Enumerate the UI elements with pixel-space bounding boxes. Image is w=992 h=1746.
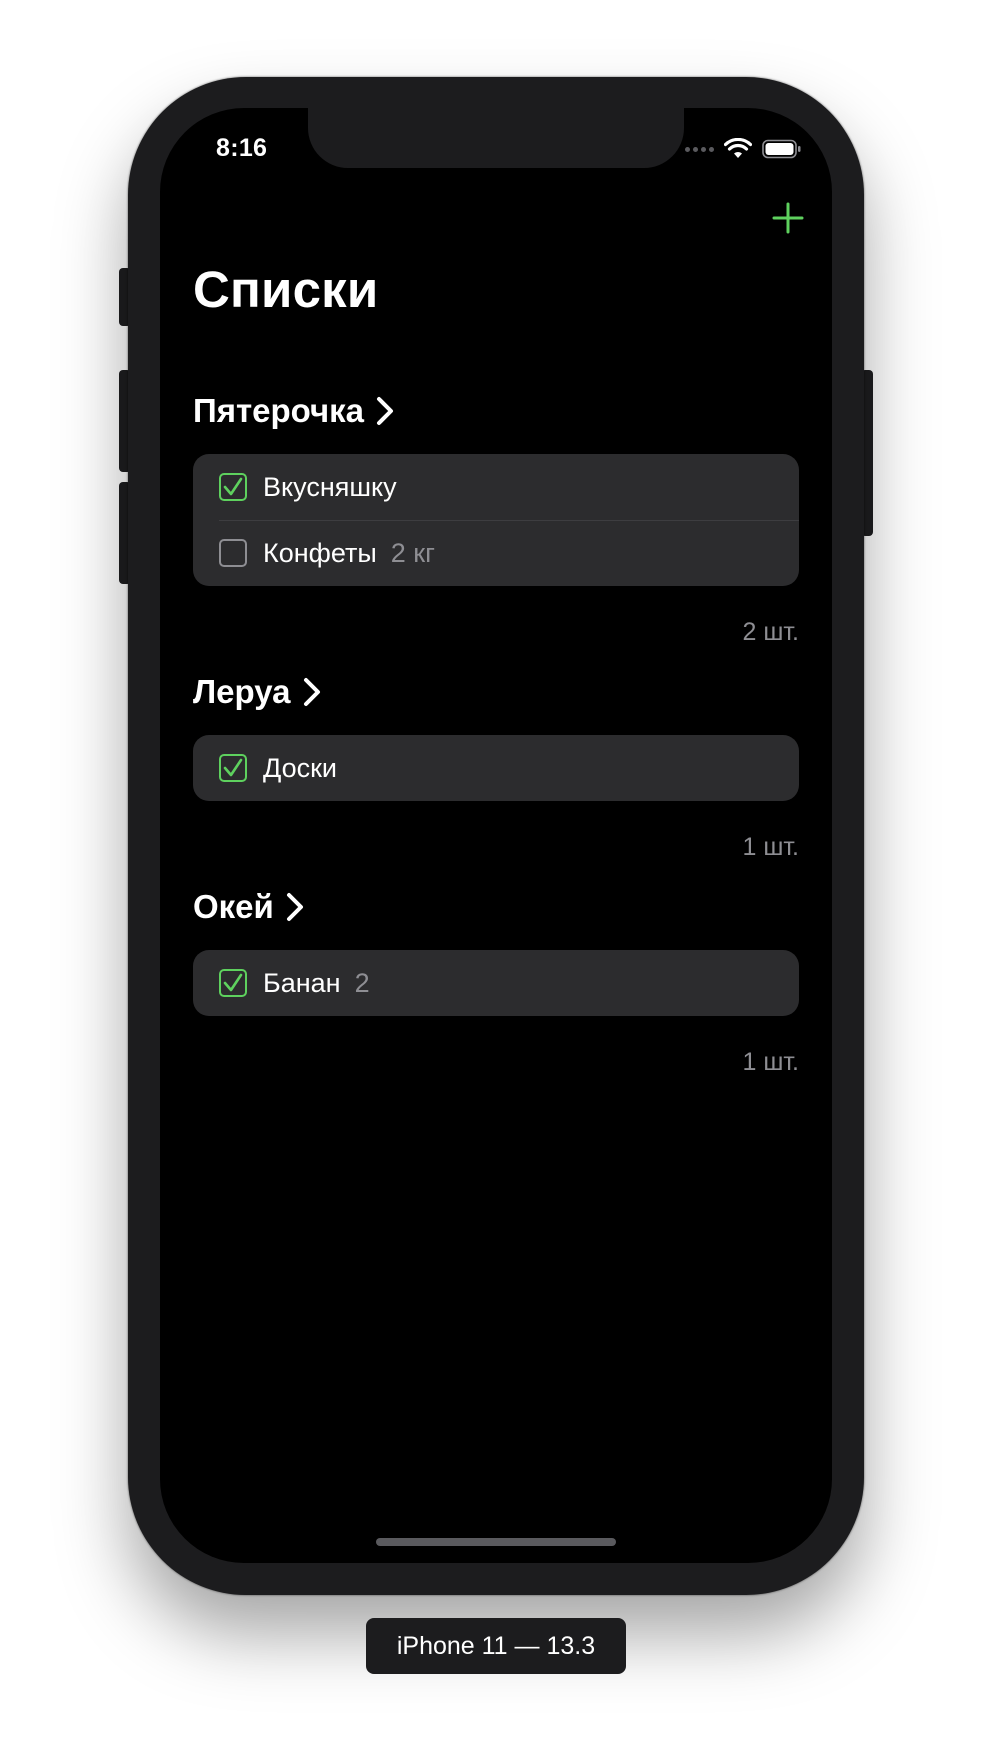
item-quantity: 2 [354,967,370,998]
section-header-okey[interactable]: Окей [193,888,304,926]
list-item[interactable]: Конфеты 2 кг [193,520,799,586]
simulator-stage: 8:16 Списки Пятерочка Вкусняшку Конфеты … [0,0,992,1746]
section-count: 2 шт. [742,618,799,646]
item-quantity: 2 кг [390,537,435,568]
notch [308,108,684,168]
checkbox-unchecked[interactable] [219,539,247,567]
chevron-right-icon [286,893,303,921]
item-name: Банан [263,967,341,998]
section-card-pyaterochka: Вкусняшку Конфеты 2 кг [193,454,799,586]
section-count: 1 шт. [742,833,799,861]
section-title: Леруа [193,673,291,710]
device-label: iPhone 11 — 13.3 [366,1618,626,1674]
plus-icon [772,202,804,234]
page-title: Списки [193,261,379,318]
list-item[interactable]: Доски [193,735,799,801]
checkmark-icon [223,758,243,777]
section-count: 1 шт. [742,1048,799,1076]
device-screen: 8:16 Списки Пятерочка Вкусняшку Конфеты … [160,108,832,1563]
status-icons [685,138,802,160]
section-title: Окей [193,888,274,925]
item-name: Вкусняшку [263,471,397,502]
item-name: Конфеты [263,537,377,568]
checkmark-icon [223,973,243,992]
chevron-right-icon [303,678,320,706]
section-title: Пятерочка [193,392,365,429]
list-item[interactable]: Банан 2 [193,950,799,1016]
chevron-right-icon [377,397,394,425]
checkbox-checked[interactable] [219,969,247,997]
section-card-okey: Банан 2 [193,950,799,1016]
home-indicator[interactable] [376,1538,616,1546]
checkbox-checked[interactable] [219,754,247,782]
signal-icon [685,146,714,152]
item-name: Доски [263,752,337,783]
status-time: 8:16 [216,134,268,162]
section-header-pyaterochka[interactable]: Пятерочка [193,392,394,430]
wifi-icon [724,138,752,158]
battery-icon [762,139,801,159]
section-card-lerua: Доски [193,735,799,801]
add-list-button[interactable] [766,196,810,240]
section-header-lerua[interactable]: Леруа [193,673,321,711]
checkbox-checked[interactable] [219,473,247,501]
list-item[interactable]: Вкусняшку [193,454,799,520]
checkmark-icon [223,477,243,496]
